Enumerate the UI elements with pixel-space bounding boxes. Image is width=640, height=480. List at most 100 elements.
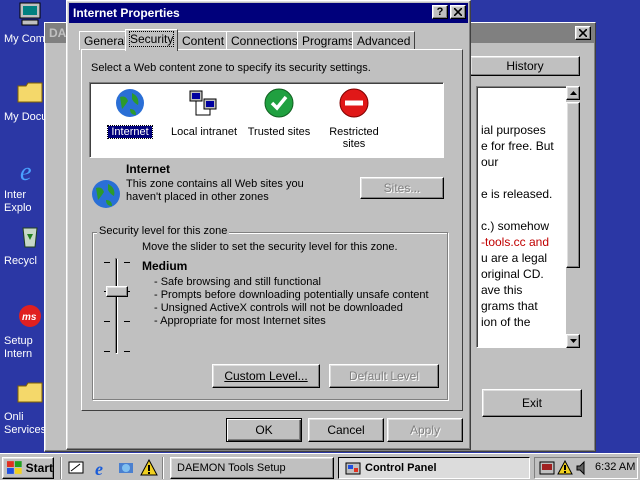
custom-level-label: Custom Level... [224, 369, 308, 383]
exit-button[interactable]: Exit [482, 389, 582, 417]
security-level-instruction: Move the slider to set the security leve… [142, 241, 398, 253]
arrow-down-icon [569, 339, 577, 343]
scroll-thumb[interactable] [566, 102, 580, 268]
my-documents-icon [17, 82, 43, 103]
desktop-icon-online-services[interactable]: Onli Services [0, 378, 46, 437]
no-entry-icon [339, 88, 369, 118]
selected-zone-desc2: haven't placed in other zones [126, 191, 269, 203]
custom-level-button[interactable]: Custom Level... [212, 364, 320, 388]
svg-text:ms: ms [22, 312, 37, 323]
license-text-line[interactable]: -tools.cc and [481, 235, 549, 249]
desktop-icon-internet-explorer[interactable]: e Inter Explo [0, 156, 46, 215]
dialog-title-text: Internet Properties [73, 6, 180, 20]
license-text-line: our [481, 155, 499, 169]
close-icon [579, 29, 587, 37]
warning-icon[interactable] [557, 460, 573, 476]
license-text-line: grams that [481, 299, 538, 313]
slider-track [115, 258, 118, 354]
dialog-title: Internet Properties ? [69, 3, 468, 23]
zone-internet[interactable]: Internet [107, 87, 153, 139]
internet-explorer-icon: e [20, 157, 32, 186]
tray-app-icon[interactable] [539, 460, 555, 476]
tab-advanced[interactable]: Advanced [352, 31, 416, 50]
zone-list[interactable]: Internet Local intranet Trusted sites Re… [89, 82, 444, 158]
start-label: Start [25, 461, 53, 475]
apply-button[interactable]: Apply [387, 418, 463, 442]
tab-connections[interactable]: Connections [226, 31, 303, 50]
tab-general[interactable]: General [79, 31, 132, 50]
desktop-icon-recycle-bin[interactable]: Recycl [0, 222, 46, 268]
scroll-down-button[interactable] [566, 334, 580, 348]
slider-tick [104, 321, 110, 322]
daemon-close-button[interactable] [575, 26, 591, 40]
svg-text:e: e [20, 157, 32, 184]
start-button[interactable]: Start [2, 457, 54, 479]
warning-icon[interactable] [140, 459, 158, 477]
cancel-button[interactable]: Cancel [308, 418, 384, 442]
tab-programs[interactable]: Programs [297, 31, 360, 50]
ok-button[interactable]: OK [226, 418, 302, 442]
scroll-up-button[interactable] [566, 86, 580, 100]
task-control-panel[interactable]: Control Panel [338, 457, 530, 479]
tab-content[interactable]: Content [177, 31, 230, 50]
svg-text:e: e [95, 459, 103, 477]
taskbar-divider [60, 457, 62, 479]
slider-thumb[interactable] [106, 286, 128, 297]
zone-local-intranet-label: Local intranet [170, 126, 238, 138]
slider-tick [104, 351, 110, 352]
zone-restricted-label2: sites [342, 138, 366, 150]
speaker-icon[interactable] [575, 460, 591, 476]
license-scrollbar[interactable] [566, 86, 580, 348]
license-text-line: ion of the [481, 315, 531, 329]
default-level-button[interactable]: Default Level [329, 364, 439, 388]
license-text-pane: ial purposes e for free. But our e is relea… [476, 86, 580, 348]
help-button[interactable]: ? [432, 5, 448, 19]
level-bullet: - Prompts before downloading potentially… [154, 289, 429, 301]
zone-local-intranet[interactable]: Local intranet [168, 87, 240, 138]
windows-logo-icon [7, 461, 22, 474]
my-computer-icon [19, 2, 41, 26]
slider-tick [124, 351, 130, 352]
zone-restricted-sites[interactable]: Restricted sites [322, 87, 386, 150]
dialog-close-button[interactable] [450, 5, 466, 19]
tab-security[interactable]: Security [125, 29, 179, 51]
arrow-up-icon [569, 91, 577, 95]
slider-tick [104, 262, 110, 263]
selected-zone-name: Internet [126, 162, 171, 176]
desktop-icon-msn-setup[interactable]: ms Setup Intern [0, 302, 46, 361]
zone-trusted-sites[interactable]: Trusted sites [246, 87, 312, 138]
system-tray: 6:32 AM [534, 457, 638, 479]
outlook-express-icon[interactable] [117, 459, 135, 477]
task-control-panel-label: Control Panel [365, 462, 437, 474]
recycle-bin-icon [22, 227, 38, 248]
slider-tick [124, 262, 130, 263]
level-bullet: - Safe browsing and still functional [154, 276, 321, 288]
slider-tick [124, 321, 130, 322]
security-level-name: Medium [142, 259, 188, 273]
license-text-line: c.) somehow [481, 219, 550, 233]
globe-icon [116, 89, 144, 117]
sites-button[interactable]: Sites... [360, 177, 444, 199]
license-text-line: original CD. [481, 267, 544, 281]
msn-setup-icon: ms [19, 305, 41, 327]
zone-trusted-sites-label: Trusted sites [247, 126, 311, 138]
license-text-line: u are a legal [481, 251, 548, 265]
desktop-icon-my-computer[interactable]: My Com [0, 0, 46, 46]
license-text-line: ial purposes [481, 123, 546, 137]
internet-explorer-icon[interactable]: e [93, 459, 111, 477]
desktop-icon-my-documents[interactable]: My Docu [0, 78, 46, 124]
close-icon [454, 8, 462, 16]
level-bullet: - Appropriate for most Internet sites [154, 315, 326, 327]
license-text-line: e for free. But [481, 139, 554, 153]
selected-zone-desc1: This zone contains all Web sites you [126, 178, 304, 190]
task-daemon-tools-setup[interactable]: DAEMON Tools Setup [170, 457, 334, 479]
zone-prompt: Select a Web content zone to specify its… [91, 62, 371, 74]
desktop-shortcut-icon[interactable] [68, 460, 84, 476]
level-bullet: - Unsigned ActiveX controls will not be … [154, 302, 403, 314]
clock: 6:32 AM [595, 461, 636, 473]
license-text-line: ave this [481, 283, 523, 297]
security-level-slider[interactable] [100, 256, 134, 356]
tab-security-label: Security [128, 31, 175, 47]
online-services-icon [17, 382, 43, 403]
history-button[interactable]: History [470, 56, 580, 76]
